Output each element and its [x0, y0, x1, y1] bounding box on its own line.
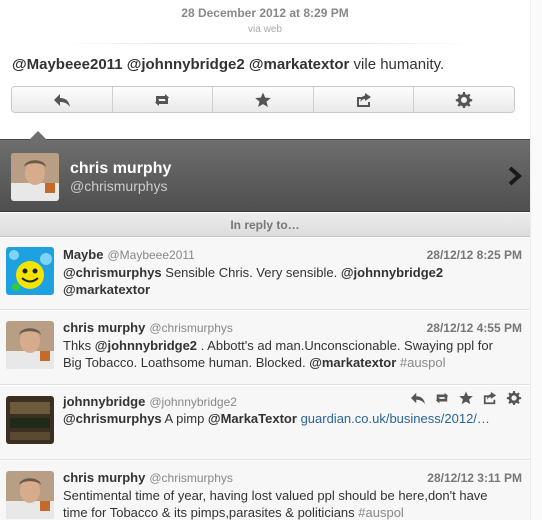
list-item[interactable]: Maybe @Maybeee2011 28/12/12 8:25 PM @chri…: [0, 238, 530, 310]
author-name[interactable]: chris murphy: [63, 320, 145, 335]
retweet-icon: [155, 93, 170, 106]
tweet-text: Sentimental time of year, having lost va…: [63, 487, 508, 520]
tweet-text: @chrismurphys Sensible Chris. Very sensi…: [63, 264, 508, 298]
author-name[interactable]: chris murphy: [63, 470, 145, 485]
smiley-avatar-image: [6, 247, 54, 295]
gear-icon[interactable]: [506, 391, 522, 405]
share-icon[interactable]: [482, 391, 498, 405]
tweet-hover-actions: [410, 391, 522, 405]
tweet-author[interactable]: chris murphy @chrismurphys: [63, 320, 233, 335]
favorite-icon: [255, 92, 271, 107]
avatar[interactable]: [6, 471, 54, 519]
author-handle[interactable]: @chrismurphys: [149, 471, 233, 485]
reply-button[interactable]: [12, 87, 113, 112]
url-link[interactable]: guardian.co.uk/business/2012/…: [301, 411, 490, 426]
tweet-text: @chrismurphys A pimp @MarkaTextor guardi…: [63, 410, 508, 427]
list-item[interactable]: chris murphy @chrismurphys 28/12/12 3:11 …: [0, 461, 530, 520]
retweet-icon[interactable]: [434, 391, 450, 405]
tweet-author[interactable]: Maybe @Maybeee2011: [63, 247, 195, 262]
favorite-button[interactable]: [213, 87, 314, 112]
text-segment: Sentimental time of year, having lost va…: [63, 488, 488, 520]
text-segment: A pimp: [161, 411, 208, 426]
tweet-detail: 28 December 2012 at 8:29 PM via web @May…: [0, 0, 530, 138]
profile-header[interactable]: chris murphy @chrismurphys: [0, 131, 530, 212]
avatar[interactable]: [6, 396, 54, 444]
avatar-image: [6, 396, 54, 444]
hashtag-link[interactable]: #auspol: [400, 355, 446, 370]
share-button[interactable]: [314, 87, 415, 112]
author-name[interactable]: Maybe: [63, 247, 103, 262]
tweet-time[interactable]: 28/12/12 4:55 PM: [427, 321, 522, 335]
profile-name[interactable]: chris murphy: [70, 160, 171, 178]
author-handle[interactable]: @chrismurphys: [149, 321, 233, 335]
tweet-date[interactable]: 28 December 2012 at 8:29 PM: [0, 6, 530, 20]
mention-link[interactable]: @johnnybridge2: [95, 338, 197, 353]
scrollbar[interactable]: [530, 0, 542, 520]
mention-link[interactable]: @Maybeee2011: [12, 56, 123, 73]
mention-link[interactable]: @markatextor: [63, 282, 150, 297]
text-segment: Thks: [63, 338, 95, 353]
reply-icon[interactable]: [410, 391, 426, 405]
mention-link[interactable]: @markatextor: [249, 56, 350, 73]
list-item[interactable]: chris murphy @chrismurphys 28/12/12 4:55 …: [0, 311, 530, 385]
avatar-image: [6, 321, 54, 369]
reply-icon: [53, 93, 70, 107]
settings-button[interactable]: [414, 87, 514, 112]
tweet-action-bar: [11, 86, 515, 113]
avatar[interactable]: [6, 321, 54, 369]
divider: [60, 43, 470, 44]
tweet-source[interactable]: via web: [0, 24, 530, 35]
tweet-text: Thks @johnnybridge2 . Abbott's ad man.Un…: [63, 337, 508, 371]
pointer-notch: [28, 131, 48, 141]
tweet-text-rest: vile humanity.: [349, 56, 445, 73]
tweet-author[interactable]: chris murphy @chrismurphys: [63, 470, 233, 485]
avatar[interactable]: [11, 153, 59, 201]
mention-link[interactable]: @johnnybridge2: [127, 56, 245, 73]
mention-link[interactable]: @johnnybridge2: [341, 265, 443, 280]
gear-icon: [455, 91, 473, 108]
avatar[interactable]: [6, 247, 54, 295]
in-reply-to-header: In reply to…: [0, 213, 530, 237]
chevron-right-icon[interactable]: [508, 166, 522, 186]
tweet-time[interactable]: 28/12/12 3:11 PM: [427, 471, 522, 485]
favorite-icon[interactable]: [458, 391, 474, 405]
tweet-author[interactable]: johnnybridge @johnnybridge2: [63, 394, 237, 409]
avatar-image: [6, 471, 54, 519]
mention-link[interactable]: @chrismurphys: [63, 265, 162, 280]
mention-link[interactable]: @MarkaTextor: [208, 411, 297, 426]
author-name[interactable]: johnnybridge: [63, 394, 145, 409]
share-icon: [356, 92, 371, 107]
mention-link[interactable]: @chrismurphys: [63, 411, 162, 426]
mention-link[interactable]: @markatextor: [309, 355, 396, 370]
list-item[interactable]: johnnybridge @johnnybridge2 @chrismurphys…: [0, 386, 530, 460]
author-handle[interactable]: @johnnybridge2: [149, 395, 237, 409]
profile-handle[interactable]: @chrismurphys: [70, 178, 167, 194]
hashtag-link[interactable]: #auspol: [358, 505, 404, 520]
author-handle[interactable]: @Maybeee2011: [107, 248, 194, 262]
tweet-time[interactable]: 28/12/12 8:25 PM: [427, 248, 522, 262]
text-segment: Sensible Chris. Very sensible.: [161, 265, 341, 280]
tweet-text: @Maybeee2011 @johnnybridge2 @markatextor…: [12, 56, 522, 73]
avatar-image: [11, 153, 59, 201]
retweet-button[interactable]: [113, 87, 214, 112]
